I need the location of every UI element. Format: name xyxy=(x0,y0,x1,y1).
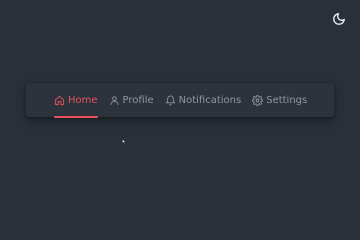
theme-toggle-button[interactable] xyxy=(331,11,347,27)
nav-item-settings[interactable]: Settings xyxy=(252,83,307,117)
active-tab-indicator xyxy=(54,116,98,118)
gear-icon xyxy=(252,94,264,106)
navbar: Home Profile Notifications Settings xyxy=(26,83,334,118)
moon-icon xyxy=(333,13,345,25)
bell-icon xyxy=(165,95,176,106)
nav-item-label: Home xyxy=(68,94,98,106)
nav-item-notifications[interactable]: Notifications xyxy=(165,83,242,117)
mouse-cursor-icon xyxy=(122,139,126,144)
nav-item-home[interactable]: Home xyxy=(54,83,98,118)
home-icon xyxy=(54,95,65,106)
nav-item-profile[interactable]: Profile xyxy=(109,83,154,117)
nav-item-label: Notifications xyxy=(178,94,242,106)
nav-item-label: Profile xyxy=(122,94,154,106)
user-icon xyxy=(109,95,120,106)
nav-item-label: Settings xyxy=(266,94,308,106)
